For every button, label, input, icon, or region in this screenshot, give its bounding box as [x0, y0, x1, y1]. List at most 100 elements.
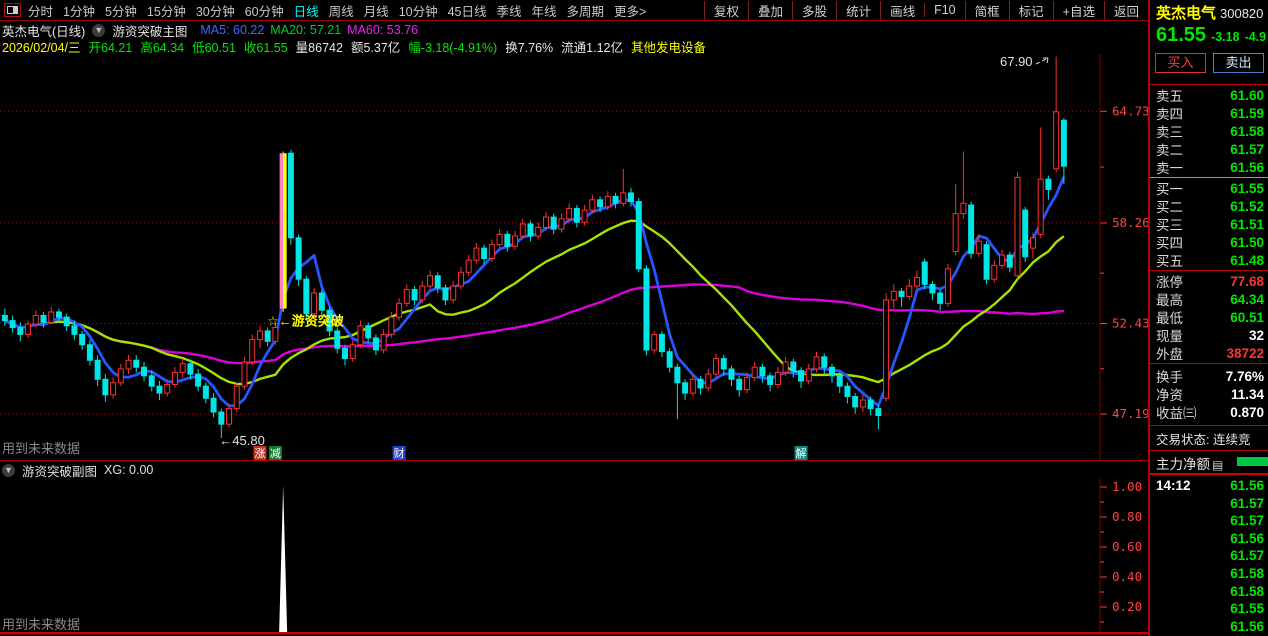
toolbar-button-标记[interactable]: 标记	[1008, 0, 1053, 20]
period-tab-年线[interactable]: 年线	[532, 1, 557, 20]
svg-text:涨: 涨	[254, 447, 265, 460]
toolbar-button-返回[interactable]: 返回	[1103, 0, 1148, 20]
toolbar-button-画线[interactable]: 画线	[880, 0, 924, 20]
stat-row[interactable]: 现量 32	[1156, 326, 1264, 345]
stat-row[interactable]: 最高 64.34	[1156, 290, 1264, 309]
tick-row: 61.57	[1230, 548, 1264, 564]
sub-indicator-name[interactable]: 游资突破副图	[22, 461, 97, 480]
svg-text:47.19: 47.19	[1112, 406, 1148, 421]
info-item: 额5.37亿	[350, 40, 401, 55]
main-candle-chart[interactable]: 64.73 58.26 52.43 47.19 ☆←游资突破 67.90 ←45.80涨减 财…	[0, 54, 1148, 461]
buy-button[interactable]: 买入	[1155, 53, 1206, 73]
period-tab-更多>[interactable]: 更多>	[614, 1, 646, 20]
ask-row[interactable]: 卖二 61.57	[1156, 140, 1264, 159]
svg-text:解: 解	[796, 446, 807, 460]
sell-button[interactable]: 卖出	[1213, 53, 1264, 73]
period-tab-周线[interactable]: 周线	[329, 1, 354, 20]
stat-row[interactable]: 净资 11.34	[1156, 385, 1264, 404]
toolbar-button-多股[interactable]: 多股	[792, 0, 836, 20]
info-item: 其他发电设备	[631, 40, 707, 55]
toolbar-button-简框[interactable]: 简框	[964, 0, 1009, 20]
ask-row[interactable]: 卖五 61.60	[1156, 86, 1264, 105]
stat-row[interactable]: 外盘 38722	[1156, 344, 1264, 363]
period-tab-15分钟[interactable]: 15分钟	[147, 1, 186, 20]
bid-row[interactable]: 买五 61.48	[1156, 251, 1264, 270]
sub-indicator-chart[interactable]: 1.00 0.80 0.60 0.40 0.20 用到未来数据	[0, 479, 1148, 636]
svg-text:减: 减	[270, 447, 281, 460]
tdx-app: 分时 1分钟 5分钟 15分钟 30分钟 60分钟 日线 周线 月线 10分钟 45日线 季线 年线 多周…	[0, 0, 1268, 636]
stat-row[interactable]: 换手 7.76%	[1156, 367, 1264, 386]
trade-status: 交易状态: 连续竞	[1156, 433, 1251, 447]
info-item: 收61.55	[243, 40, 288, 55]
sub-chart-header: ▼ 游资突破副图 XG: 0.00	[2, 461, 902, 480]
info-bar: 2026/02/04/三 开64.21 高64.34 低60.51 收61.55 量867…	[2, 38, 1148, 55]
ask-row[interactable]: 卖四 61.59	[1156, 104, 1264, 123]
period-tab-1分钟[interactable]: 1分钟	[63, 1, 95, 20]
info-item: 换7.76%	[505, 40, 554, 55]
bid-row[interactable]: 买一 61.55	[1156, 179, 1264, 198]
tick-row: 61.58	[1230, 583, 1264, 599]
tick-row: 14:12 61.56	[1156, 478, 1264, 493]
toolbar-button-F10[interactable]: F10	[924, 3, 965, 17]
period-tab-60分钟[interactable]: 60分钟	[245, 1, 284, 20]
period-tabs: 分时 1分钟 5分钟 15分钟 30分钟 60分钟 日线 周线 月线 10分钟 45日线 季线 年线 多周…	[28, 1, 656, 20]
period-tab-季线[interactable]: 季线	[497, 1, 522, 20]
svg-text:☆←游资突破: ☆←游资突破	[267, 314, 344, 329]
svg-text:0.80: 0.80	[1112, 509, 1142, 524]
info-item: 流通1.12亿	[561, 40, 624, 55]
ma-label: MA60: 53.76	[347, 23, 419, 37]
last-price: 61.55	[1156, 24, 1207, 46]
svg-text:财: 财	[394, 446, 405, 460]
info-item: 2026/02/04/三	[2, 40, 81, 55]
stat-row[interactable]: 最低 60.51	[1156, 308, 1264, 327]
period-tab-30分钟[interactable]: 30分钟	[196, 1, 235, 20]
stat-row[interactable]: 涨停 77.68	[1156, 272, 1264, 291]
svg-text:1.00: 1.00	[1112, 479, 1142, 494]
svg-text:用到未来数据: 用到未来数据	[2, 617, 80, 632]
quote-panel: 英杰电气 300820 61.55 -3.18 -4.9 买入 卖出 卖五 61.6…	[1148, 0, 1268, 636]
period-tab-5分钟[interactable]: 5分钟	[105, 1, 137, 20]
tick-row: 61.57	[1230, 495, 1264, 511]
toolbar-button-叠加[interactable]: 叠加	[748, 0, 792, 20]
info-item: 幅-3.18(-4.91%)	[408, 40, 498, 55]
info-item: 高64.34	[140, 40, 185, 55]
svg-text:67.90: 67.90	[1000, 54, 1033, 69]
ask-row[interactable]: 卖一 61.56	[1156, 158, 1264, 177]
toolbar-button-复权[interactable]: 复权	[704, 0, 748, 20]
stat-row[interactable]: 收益㈢ 0.870	[1156, 403, 1264, 422]
chevron-down-circle-icon[interactable]: ▼	[2, 463, 15, 477]
chevron-down-circle-icon[interactable]: ▼	[92, 23, 106, 37]
period-tab-多周期[interactable]: 多周期	[567, 1, 605, 20]
panel-divider	[0, 460, 1148, 461]
stock-name: 英杰电气	[1156, 5, 1217, 22]
trade-buttons: 买入 卖出	[1155, 53, 1264, 73]
ma-label: MA20: 57.21	[270, 23, 342, 37]
svg-text:0.20: 0.20	[1112, 599, 1142, 614]
bid-row[interactable]: 买三 61.51	[1156, 215, 1264, 234]
svg-text:0.40: 0.40	[1112, 569, 1142, 584]
main-netflow-label[interactable]: 主力净额 ▤	[1156, 453, 1223, 473]
price-change: -3.18	[1211, 30, 1240, 44]
bid-row[interactable]: 买四 61.50	[1156, 233, 1264, 252]
period-tab-日线[interactable]: 日线	[294, 1, 319, 20]
toolbar-button-统计[interactable]: 统计	[836, 0, 880, 20]
tick-row: 61.58	[1230, 566, 1264, 581]
info-item: 开64.21	[88, 40, 133, 55]
svg-text:←45.80: ←45.80	[219, 433, 265, 448]
top-toolbar: 分时 1分钟 5分钟 15分钟 30分钟 60分钟 日线 周线 月线 10分钟 45日线 季线 年线 多周…	[0, 0, 1268, 21]
svg-text:用到未来数据: 用到未来数据	[2, 441, 80, 456]
period-tab-月线[interactable]: 月线	[364, 1, 389, 20]
svg-text:58.26: 58.26	[1112, 215, 1148, 230]
layout-toggle-icon[interactable]	[4, 3, 21, 17]
svg-text:52.43: 52.43	[1112, 316, 1148, 331]
period-tab-10分钟[interactable]: 10分钟	[399, 1, 438, 20]
toolbar-button-+自选[interactable]: +自选	[1052, 0, 1104, 20]
tick-row: 61.56	[1230, 530, 1264, 546]
toolbar-actions: 复权 叠加 多股 统计 画线 F10 简框 标记 +自选 返回	[704, 0, 1148, 20]
period-tab-45日线[interactable]: 45日线	[448, 1, 487, 20]
period-tab-分时[interactable]: 分时	[28, 1, 53, 20]
sub-indicator-value: XG: 0.00	[104, 463, 154, 477]
tick-row: 61.56	[1230, 618, 1264, 634]
ask-row[interactable]: 卖三 61.58	[1156, 122, 1264, 141]
bid-row[interactable]: 买二 61.52	[1156, 197, 1264, 216]
